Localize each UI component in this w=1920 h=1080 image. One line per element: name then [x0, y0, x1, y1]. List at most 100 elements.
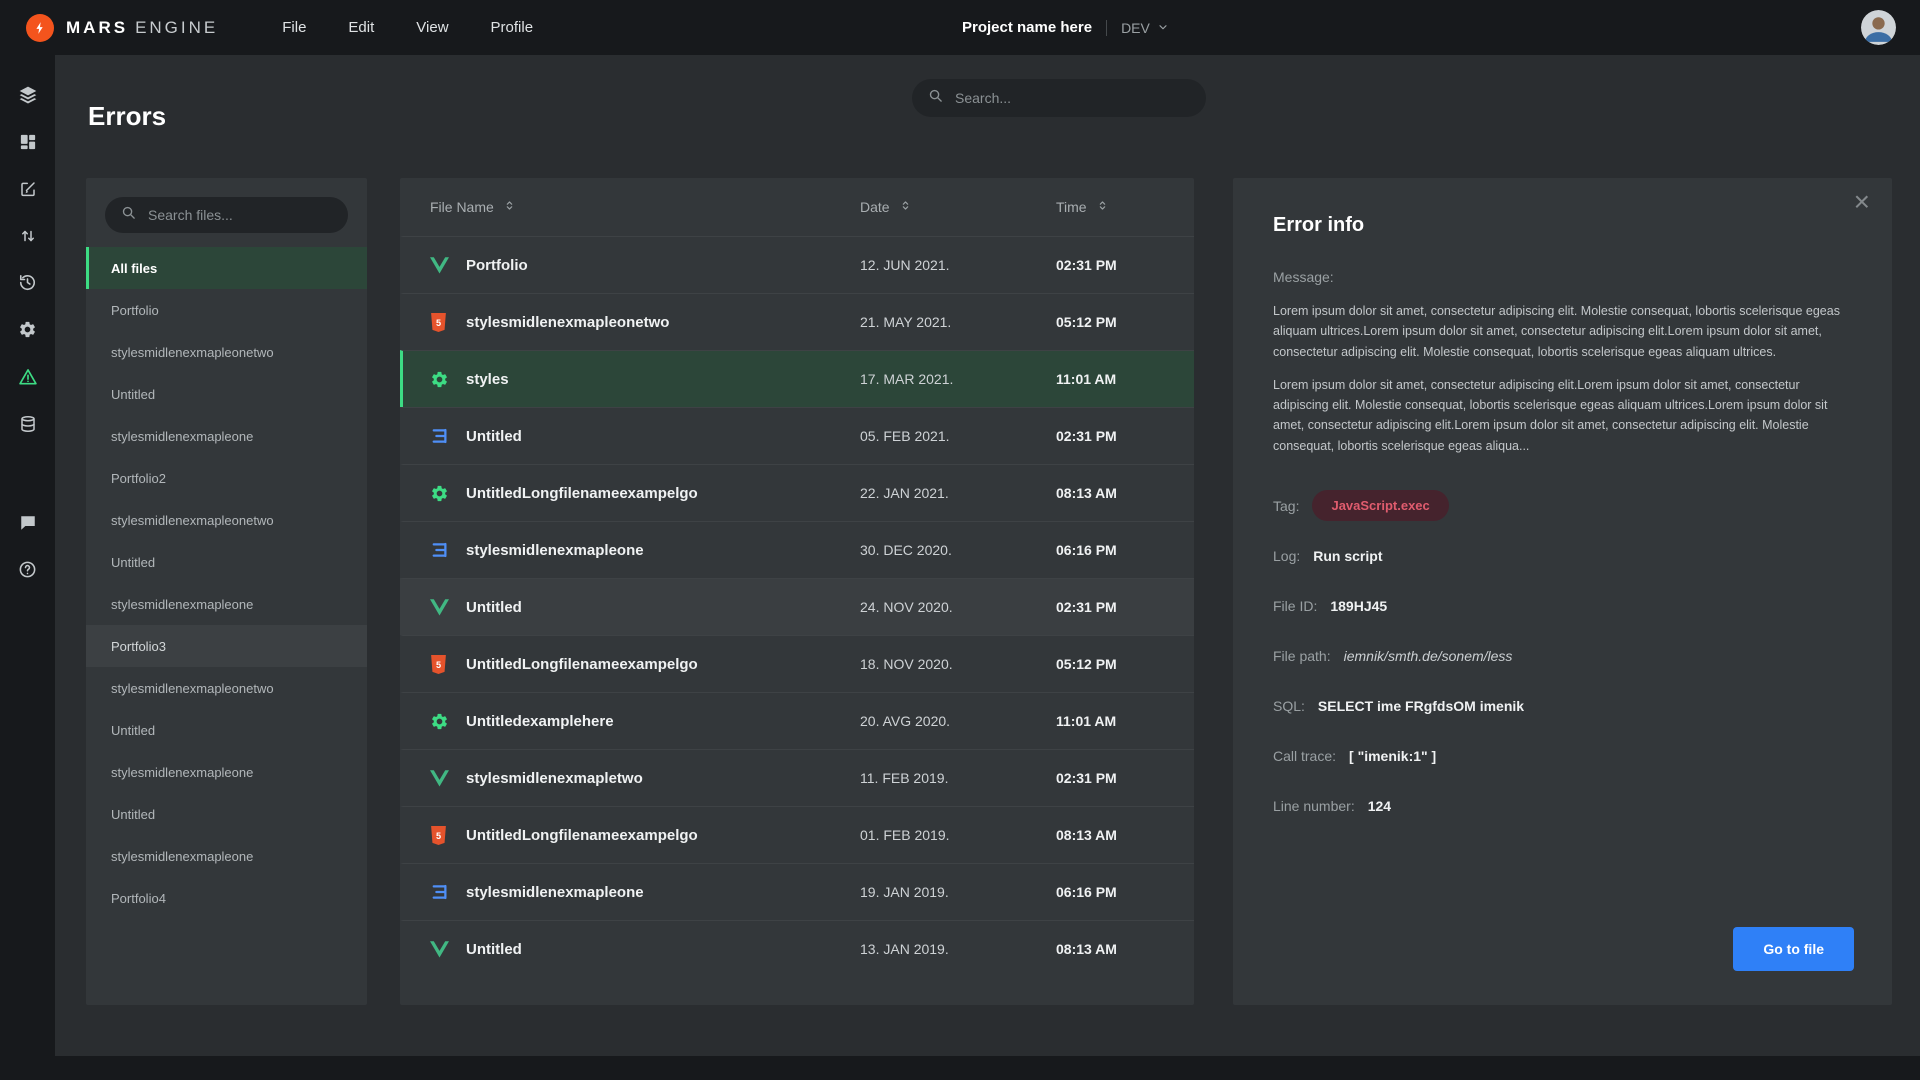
file-list-item[interactable]: stylesmidlenexmapleonetwo: [86, 667, 367, 709]
file-item-label: All files: [111, 261, 157, 276]
sort-toggle-icon[interactable]: [899, 199, 912, 215]
dashboard-icon[interactable]: [0, 118, 55, 165]
file-name: Portfolio: [466, 257, 860, 274]
svg-text:5: 5: [436, 831, 441, 841]
go-to-file-button[interactable]: Go to file: [1733, 927, 1854, 971]
database-icon[interactable]: [0, 400, 55, 447]
menu-item-file[interactable]: File: [282, 19, 306, 36]
table-row[interactable]: styles17. MAR 2021.11:01 AM: [400, 350, 1194, 407]
field-label: Tag:: [1273, 498, 1299, 514]
chat-icon[interactable]: [0, 499, 55, 546]
file-item-label: Portfolio3: [111, 639, 166, 654]
table-row[interactable]: 5stylesmidlenexmapleonetwo21. MAY 2021.0…: [400, 293, 1194, 350]
table-row[interactable]: stylesmidlenexmapletwo11. FEB 2019.02:31…: [400, 749, 1194, 806]
menu-item-edit[interactable]: Edit: [348, 19, 374, 36]
help-icon[interactable]: [0, 546, 55, 593]
table-row[interactable]: Untitledexamplehere20. AVG 2020.11:01 AM: [400, 692, 1194, 749]
environment-selector[interactable]: DEV: [1106, 20, 1169, 36]
table-row[interactable]: Untitled05. FEB 2021.02:31 PM: [400, 407, 1194, 464]
error-message-paragraph: Lorem ipsum dolor sit amet, consectetur …: [1273, 375, 1852, 456]
file-date: 22. JAN 2021.: [860, 485, 1056, 501]
file-list-item[interactable]: stylesmidlenexmapleonetwo: [86, 331, 367, 373]
file-item-label: Portfolio: [111, 303, 159, 318]
file-list-item[interactable]: All files: [86, 247, 367, 289]
file-list-item[interactable]: Untitled: [86, 373, 367, 415]
settings-icon[interactable]: [0, 306, 55, 353]
file-time: 05:12 PM: [1056, 314, 1164, 330]
table-row[interactable]: stylesmidlenexmapleone30. DEC 2020.06:16…: [400, 521, 1194, 578]
file-date: 30. DEC 2020.: [860, 542, 1056, 558]
global-search-input[interactable]: [953, 89, 1190, 107]
table-row[interactable]: Untitled13. JAN 2019.08:13 AM: [400, 920, 1194, 977]
file-list-item[interactable]: stylesmidlenexmapleonetwo: [86, 499, 367, 541]
vue-file-icon: [430, 941, 466, 958]
field-label: Line number:: [1273, 798, 1355, 814]
errors-table-panel: File NameDateTime Portfolio12. JUN 2021.…: [400, 178, 1194, 1005]
file-list-item[interactable]: Portfolio4: [86, 877, 367, 919]
gear-file-icon: [430, 484, 466, 503]
close-icon[interactable]: ×: [1854, 188, 1870, 216]
file-item-label: stylesmidlenexmapleone: [111, 765, 253, 780]
file-list-item[interactable]: Untitled: [86, 709, 367, 751]
file-list-item[interactable]: stylesmidlenexmapleone: [86, 835, 367, 877]
menu-item-profile[interactable]: Profile: [491, 19, 534, 36]
file-item-label: stylesmidlenexmapleone: [111, 429, 253, 444]
file-item-label: Untitled: [111, 807, 155, 822]
sort-icon[interactable]: [0, 212, 55, 259]
file-list-item[interactable]: stylesmidlenexmapleone: [86, 751, 367, 793]
menu-item-view[interactable]: View: [416, 19, 448, 36]
file-date: 17. MAR 2021.: [860, 371, 1056, 387]
chevron-down-icon: [1157, 20, 1169, 36]
alerts-icon[interactable]: [0, 353, 55, 400]
field-value: iemnik/smth.de/sonem/less: [1344, 648, 1513, 664]
error-message-paragraph: Lorem ipsum dolor sit amet, consectetur …: [1273, 301, 1852, 362]
table-row[interactable]: stylesmidlenexmapleone19. JAN 2019.06:16…: [400, 863, 1194, 920]
field-value: SELECT ime FRgfdsOM imenik: [1318, 698, 1524, 714]
vue-file-icon: [430, 770, 466, 787]
column-header-time[interactable]: Time: [1056, 199, 1164, 215]
error-message: Lorem ipsum dolor sit amet, consectetur …: [1233, 285, 1892, 456]
file-list-item[interactable]: Untitled: [86, 541, 367, 583]
svg-text:5: 5: [436, 660, 441, 670]
sort-toggle-icon[interactable]: [1096, 199, 1109, 215]
file-date: 19. JAN 2019.: [860, 884, 1056, 900]
file-list-item[interactable]: Portfolio2: [86, 457, 367, 499]
files-panel: All files Portfolio stylesmidlenexmapleone…: [86, 178, 367, 1005]
table-row[interactable]: Portfolio12. JUN 2021.02:31 PM: [400, 236, 1194, 293]
avatar[interactable]: [1861, 10, 1896, 45]
files-search[interactable]: [105, 197, 348, 233]
file-name: styles: [466, 371, 860, 388]
layers-icon[interactable]: [0, 71, 55, 118]
compose-icon[interactable]: [0, 165, 55, 212]
file-list-item[interactable]: stylesmidlenexmapleone: [86, 583, 367, 625]
file-list-item[interactable]: Portfolio3: [86, 625, 367, 667]
sort-toggle-icon[interactable]: [503, 199, 516, 215]
history-icon[interactable]: [0, 259, 55, 306]
table-row[interactable]: 5UntitledLongfilenameexampelgo01. FEB 20…: [400, 806, 1194, 863]
files-search-input[interactable]: [146, 206, 332, 224]
file-item-label: stylesmidlenexmapleone: [111, 597, 253, 612]
global-search[interactable]: [912, 79, 1206, 117]
file-item-label: stylesmidlenexmapleonetwo: [111, 345, 274, 360]
file-name: UntitledLongfilenameexampelgo: [466, 827, 860, 844]
file-list-item[interactable]: stylesmidlenexmapleone: [86, 415, 367, 457]
file-time: 08:13 AM: [1056, 485, 1164, 501]
field-label: File path:: [1273, 648, 1331, 664]
column-header-file-name[interactable]: File Name: [430, 199, 860, 215]
error-field-sql: SQL: SELECT ime FRgfdsOM imenik: [1273, 681, 1852, 731]
column-header-date[interactable]: Date: [860, 199, 1056, 215]
file-date: 13. JAN 2019.: [860, 941, 1056, 957]
field-label: SQL:: [1273, 698, 1305, 714]
table-row[interactable]: 5UntitledLongfilenameexampelgo18. NOV 20…: [400, 635, 1194, 692]
file-date: 21. MAY 2021.: [860, 314, 1056, 330]
file-name: UntitledLongfilenameexampelgo: [466, 656, 860, 673]
field-value[interactable]: JavaScript.exec: [1312, 490, 1448, 521]
error-field-file-id: File ID:189HJ45: [1273, 581, 1852, 631]
table-row[interactable]: UntitledLongfilenameexampelgo22. JAN 202…: [400, 464, 1194, 521]
icon-rail: [0, 55, 55, 1080]
table-row[interactable]: Untitled24. NOV 2020.02:31 PM: [400, 578, 1194, 635]
file-time: 08:13 AM: [1056, 941, 1164, 957]
file-list-item[interactable]: Untitled: [86, 793, 367, 835]
file-list-item[interactable]: Portfolio: [86, 289, 367, 331]
error-field-call-trace: Call trace:[ "imenik:1" ]: [1273, 731, 1852, 781]
